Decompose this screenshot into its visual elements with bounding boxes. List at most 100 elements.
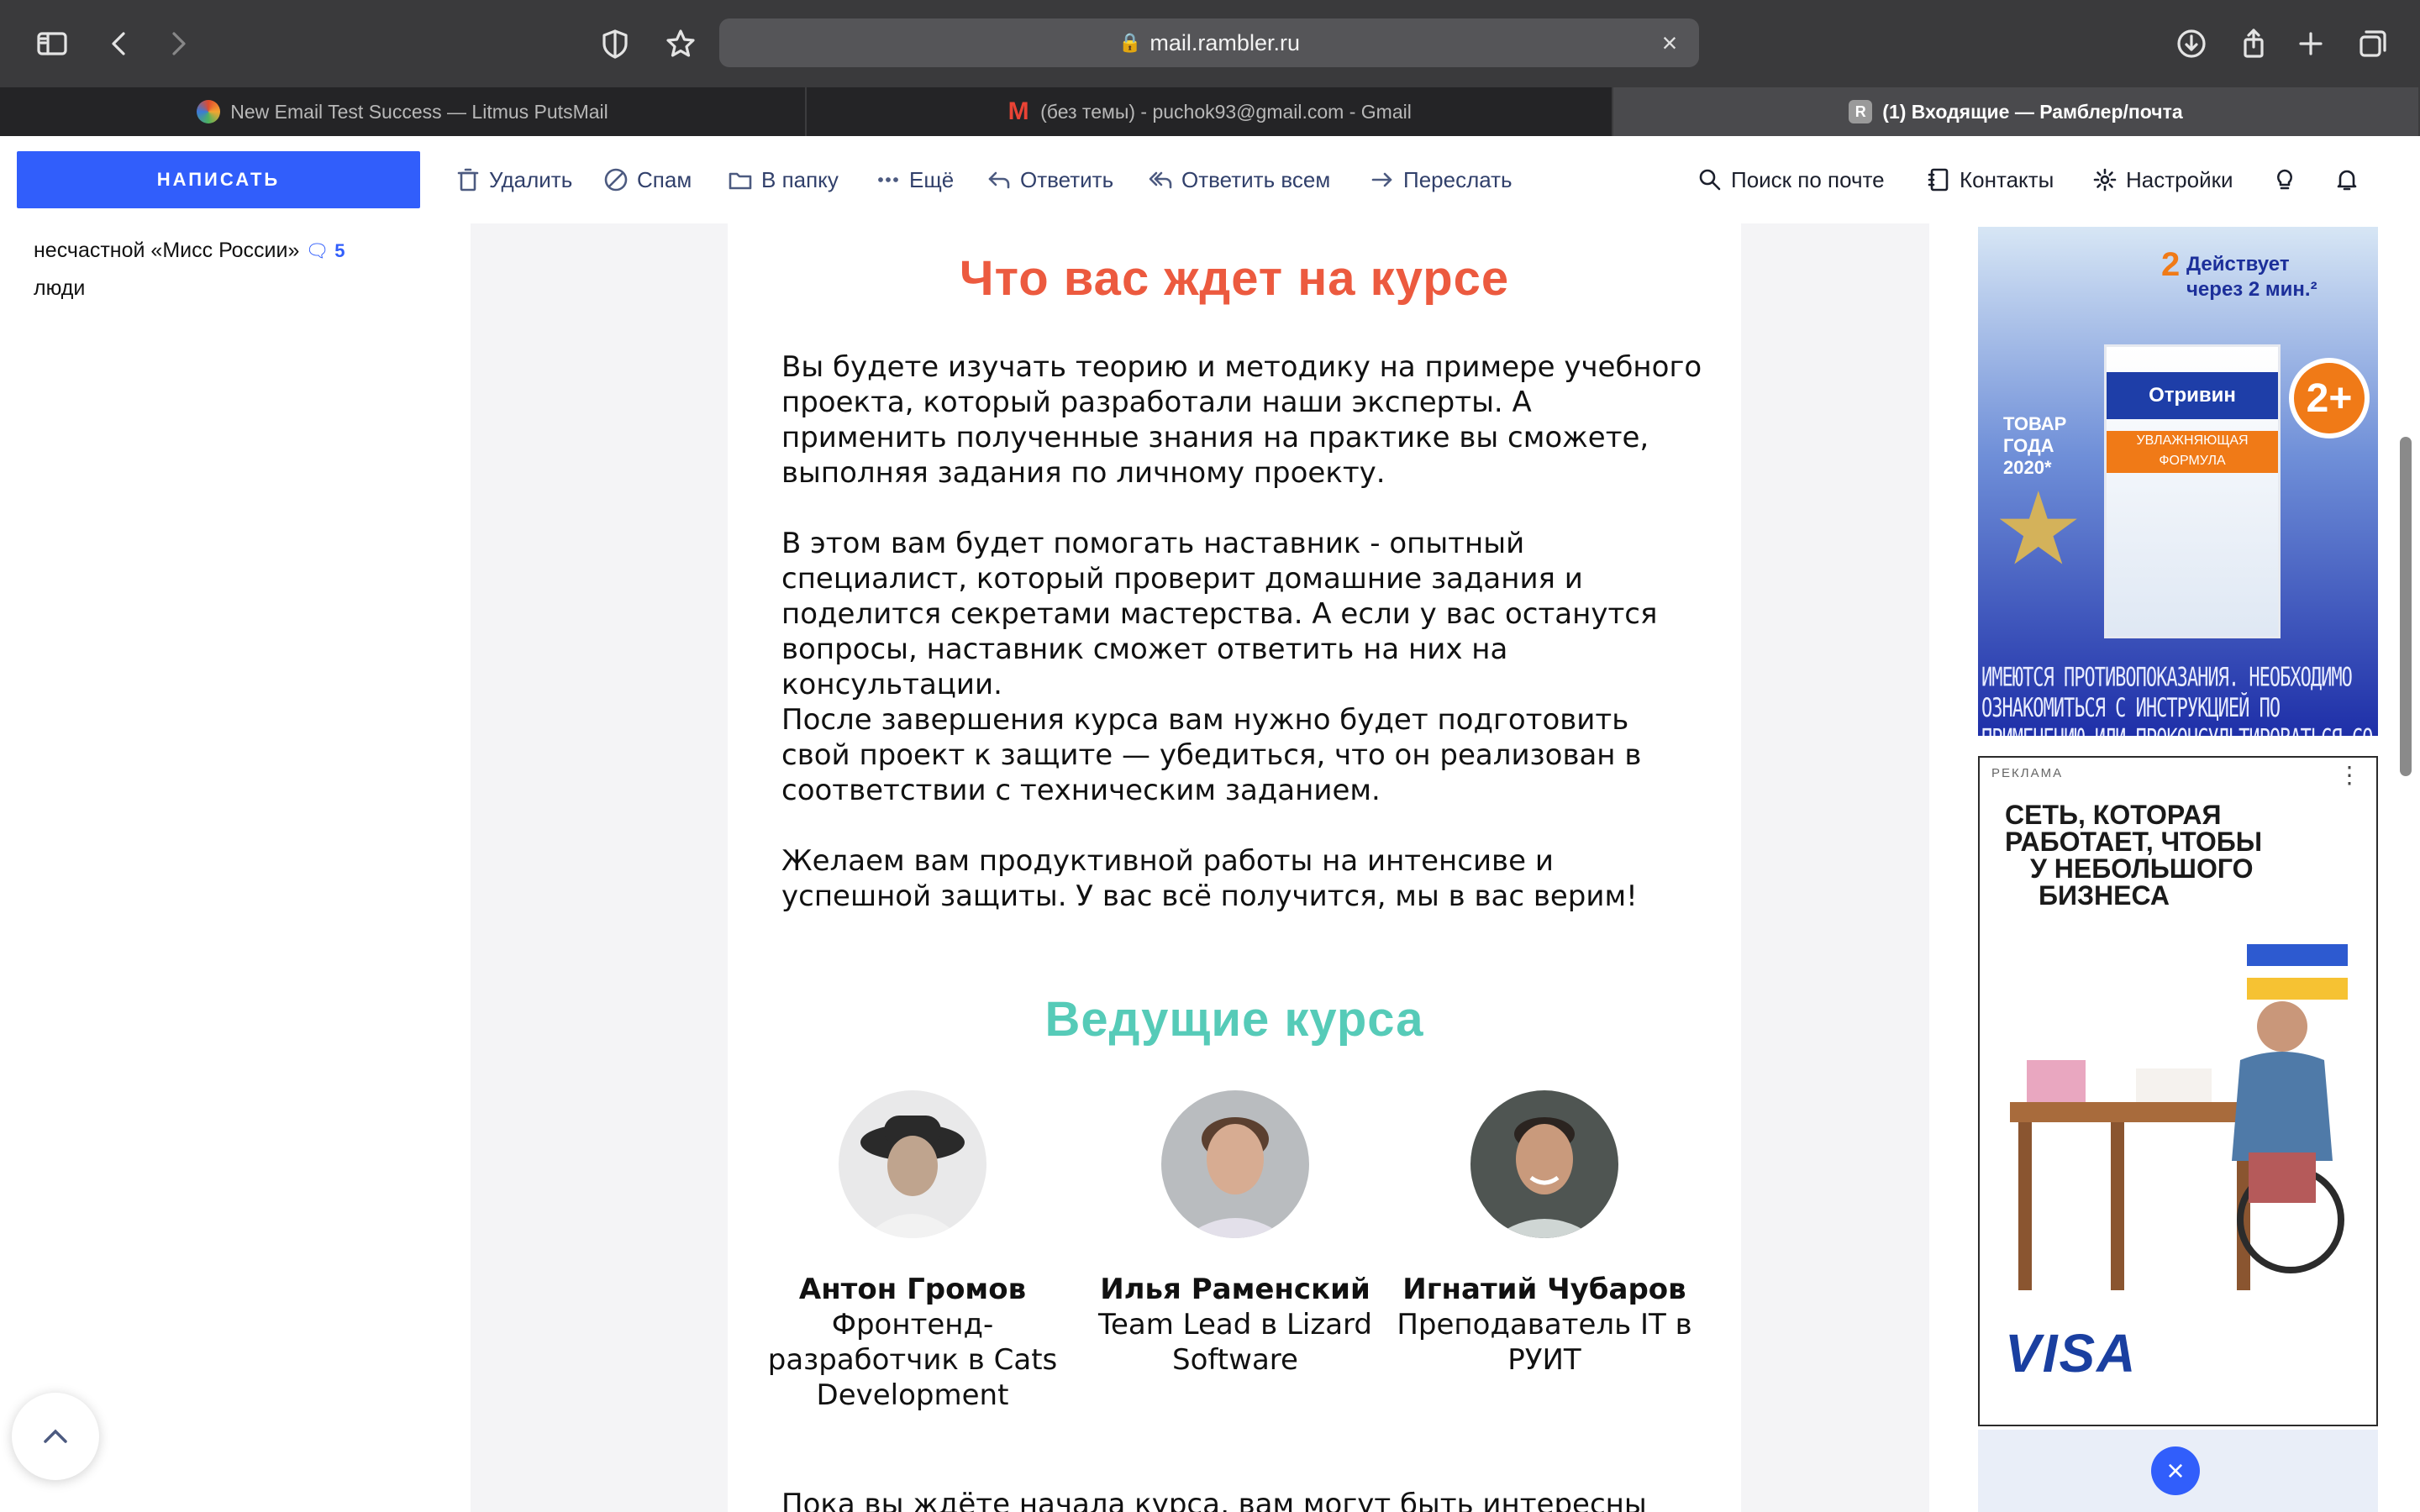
chevron-up-icon [44, 1429, 67, 1443]
back-icon[interactable] [94, 18, 145, 69]
downloads-icon[interactable] [2166, 18, 2217, 69]
mentor-role: Фронтенд-разработчик в Cats Development [767, 1308, 1058, 1412]
mail-search-button[interactable]: Поиск по почте [1696, 161, 1885, 198]
tab-title: (1) Входящие — Рамблер/почта [1882, 100, 2183, 123]
snippet-text: несчастной «Мисс России» [34, 239, 300, 262]
share-icon[interactable] [2228, 18, 2279, 69]
ad-claim-text: через 2 мин.² [2186, 278, 2317, 301]
privacy-shield-icon[interactable] [590, 18, 640, 69]
reply-label: Ответить [1020, 166, 1114, 192]
forward-label: Переслать [1403, 166, 1512, 192]
mentor-name: Игнатий Чубаров [1402, 1273, 1686, 1306]
message-body-frame: Что вас ждет на курсе Вы будете изучать … [471, 223, 1929, 1512]
mentor-role: Team Lead в Lizard Software [1097, 1308, 1373, 1377]
ad-claim-number: 2 [2161, 246, 2181, 283]
litmus-icon [197, 100, 221, 123]
search-label: Поиск по почте [1731, 166, 1885, 192]
forward-arrow-icon [1368, 165, 1397, 194]
settings-label: Настройки [2126, 166, 2233, 192]
product-subtitle: УВЛАЖНЯЮЩАЯ ФОРМУЛА [2107, 431, 2278, 473]
lightbulb-icon [2270, 165, 2299, 194]
headline-line: У НЕБОЛЬШОГО [2030, 853, 2254, 884]
tab-bar: New Email Test Success — Litmus PutsMail… [0, 87, 2420, 136]
email-content: Что вас ждет на курсе Вы будете изучать … [728, 223, 1741, 1512]
forward-button[interactable]: Переслать [1368, 161, 1512, 198]
gmail-icon: M [1007, 97, 1029, 125]
headline-line: РАБОТАЕТ, ЧТОБЫ [2005, 827, 2263, 857]
snippet-text: люди [34, 276, 86, 300]
reply-all-label: Ответить всем [1181, 166, 1331, 192]
paragraph: Вы будете изучать теорию и методику на п… [781, 350, 1702, 490]
more-button[interactable]: Ещё [874, 161, 954, 198]
paragraph: После завершения курса вам нужно будет п… [781, 703, 1642, 807]
ad-claim-text: Действует [2186, 253, 2290, 276]
mail-toolbar: НАПИСАТЬ Удалить Спам В папку Ещё Ответи… [0, 136, 2420, 223]
tab-title: New Email Test Success — Litmus PutsMail [230, 100, 608, 123]
tab-overview-icon[interactable] [2348, 18, 2398, 69]
headline-line: СЕТЬ, КОТОРАЯ [2005, 800, 2222, 830]
tab-rambler[interactable]: R (1) Входящие — Рамблер/почта [1613, 87, 2420, 136]
rambler-icon: R [1849, 100, 1873, 123]
ad-close-strip: × [1978, 1430, 2378, 1512]
award-text: ТОВАР ГОДА 2020* [2003, 413, 2066, 479]
award-line: ГОДА [2003, 435, 2054, 456]
paragraph: В этом вам будет помогать наставник - оп… [781, 527, 1658, 701]
reply-icon [985, 165, 1013, 194]
mentor-role: Преподаватель IT в РУИТ [1397, 1308, 1692, 1377]
move-to-folder-button[interactable]: В папку [726, 161, 839, 198]
ad-banner-otrivin[interactable]: 2 Действует через 2 мин.² 2+ ТОВАР ГОДА … [1978, 227, 2378, 736]
spam-label: Спам [637, 166, 692, 192]
paragraph: Желаем вам продуктивной работы на интенс… [781, 844, 1638, 913]
sidebar-toggle-icon[interactable] [27, 18, 77, 69]
mentor-card: Илья Раменский Team Lead в Lizard Softwa… [1084, 1090, 1386, 1378]
delete-label: Удалить [489, 166, 573, 192]
reply-all-icon [1146, 165, 1175, 194]
delete-button[interactable]: Удалить [454, 161, 572, 198]
tab-litmus[interactable]: New Email Test Success — Litmus PutsMail [0, 87, 807, 136]
notifications-button[interactable] [2333, 161, 2368, 198]
age-badge: 2+ [2289, 358, 2370, 438]
url-text: mail.rambler.ru [1150, 29, 1300, 55]
folder-icon [726, 165, 755, 194]
ad-options-icon[interactable]: ⋮ [2338, 764, 2361, 787]
clear-url-icon[interactable]: × [1652, 25, 1687, 60]
trash-icon [454, 165, 482, 194]
mentor-card: Антон Громов Фронтенд-разработчик в Cats… [761, 1090, 1064, 1413]
ad-disclaimer: ИМЕЮТСЯ ПРОТИВОПОКАЗАНИЯ. НЕОБХОДИМО ОЗН… [1981, 664, 2373, 736]
tab-gmail[interactable]: M (без темы) - puchok93@gmail.com - Gmai… [807, 87, 1613, 136]
contacts-label: Контакты [1960, 166, 2054, 192]
forward-icon[interactable] [153, 18, 203, 69]
move-label: В папку [761, 166, 839, 192]
contacts-button[interactable]: Контакты [1924, 161, 2054, 198]
bookmark-star-icon[interactable] [655, 18, 706, 69]
product-name: Отривин [2107, 372, 2278, 419]
settings-button[interactable]: Настройки [2091, 161, 2233, 198]
ad-banner-visa[interactable]: РЕКЛАМА ⋮ СЕТЬ, КОТОРАЯ РАБОТАЕТ, ЧТОБЫ … [1978, 756, 2378, 1426]
avatar [1161, 1090, 1309, 1238]
product-box: Отривин УВЛАЖНЯЮЩАЯ ФОРМУЛА [2104, 344, 2281, 638]
award-line: ТОВАР [2003, 413, 2067, 434]
close-ad-icon[interactable]: × [2151, 1446, 2200, 1495]
search-icon [1696, 165, 1724, 194]
more-dots-icon [874, 165, 902, 194]
compose-button[interactable]: НАПИСАТЬ [17, 151, 420, 208]
course-heading: Что вас ждет на курсе [959, 251, 1510, 306]
spam-button[interactable]: Спам [602, 161, 692, 198]
paragraph: Пока вы ждёте начала курса, вам могут бы… [781, 1488, 1647, 1512]
more-label: Ещё [909, 166, 955, 192]
reply-all-button[interactable]: Ответить всем [1146, 161, 1330, 198]
sidebar: несчастной «Мисс России» 🗨 5 люди [0, 223, 437, 1512]
bell-icon [2333, 165, 2361, 194]
scroll-to-top-button[interactable] [12, 1393, 99, 1480]
comment-icon: 🗨 [305, 240, 329, 261]
message-reader: Что вас ждет на курсе Вы будете изучать … [437, 223, 1949, 1512]
news-snippet[interactable]: несчастной «Мисс России» 🗨 5 люди [34, 232, 412, 307]
leads-heading: Ведущие курса [1044, 992, 1424, 1047]
address-bar[interactable]: 🔒 mail.rambler.ru × [719, 18, 1699, 67]
lock-icon: 🔒 [1118, 32, 1142, 53]
new-tab-icon[interactable] [2286, 18, 2336, 69]
tips-button[interactable] [2270, 161, 2306, 198]
page-scrollbar[interactable] [2400, 437, 2412, 776]
reply-button[interactable]: Ответить [985, 161, 1113, 198]
mentor-card: Игнатий Чубаров Преподаватель IT в РУИТ [1393, 1090, 1696, 1378]
